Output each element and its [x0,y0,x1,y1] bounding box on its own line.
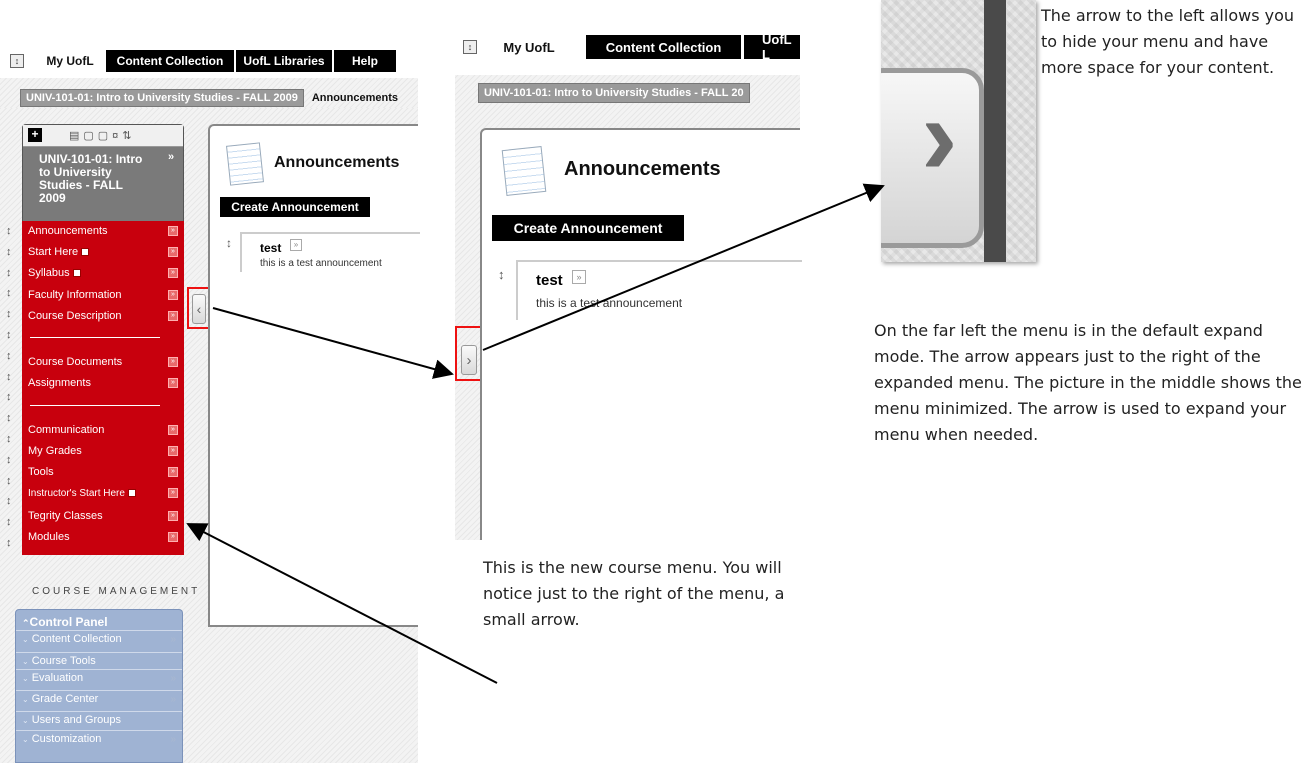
callout-arrows [186,183,885,684]
arrow-text-to-menu [186,523,498,684]
arrow-left-to-middle [212,307,454,379]
arrow-middle-to-zoom [482,183,885,351]
